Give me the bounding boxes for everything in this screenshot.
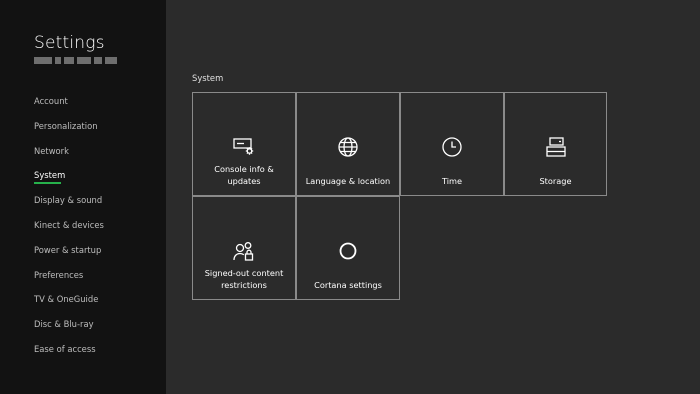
sidebar-item-tv-oneguide[interactable]: TV & OneGuide [34, 293, 104, 318]
section-title: System [192, 73, 224, 83]
user-lock-icon [232, 239, 256, 263]
tile-console-info[interactable]: Console info & updates [192, 92, 296, 196]
sidebar-nav: Account Personalization Network System D… [34, 95, 104, 368]
storage-icon [544, 135, 568, 159]
sidebar-item-kinect-devices[interactable]: Kinect & devices [34, 219, 104, 244]
page-title: Settings [34, 33, 105, 53]
tile-label: Cortana settings [314, 279, 382, 290]
tile-language-location[interactable]: Language & location [296, 92, 400, 196]
sidebar-item-display-sound[interactable]: Display & sound [34, 194, 104, 219]
tile-label: Time [441, 175, 463, 186]
gamertag-redacted [34, 57, 117, 64]
console-info-icon [232, 135, 256, 159]
tile-signed-out-restrictions[interactable]: Signed-out content restrictions [192, 196, 296, 300]
tile-storage[interactable]: Storage [504, 92, 607, 196]
sidebar-item-ease-of-access[interactable]: Ease of access [34, 343, 104, 368]
sidebar-item-power-startup[interactable]: Power & startup [34, 244, 104, 269]
sidebar-item-system[interactable]: System [34, 169, 104, 194]
sidebar-item-disc-bluray[interactable]: Disc & Blu-ray [34, 318, 104, 343]
tile-label: Language & location [305, 175, 391, 186]
cortana-icon [336, 239, 360, 263]
sidebar: Settings Account Personalization Network… [0, 0, 166, 394]
tile-time[interactable]: Time [400, 92, 504, 196]
sidebar-item-personalization[interactable]: Personalization [34, 120, 104, 145]
globe-icon [336, 135, 360, 159]
sidebar-item-network[interactable]: Network [34, 145, 104, 170]
tile-label: Console info & updates [214, 164, 274, 186]
tile-label: Storage [539, 175, 572, 186]
tile-label: Signed-out content restrictions [204, 268, 284, 290]
sidebar-item-preferences[interactable]: Preferences [34, 269, 104, 294]
clock-icon [440, 135, 464, 159]
settings-tile-grid: Console info & updates Language & locati… [192, 92, 607, 300]
tile-cortana-settings[interactable]: Cortana settings [296, 196, 400, 300]
sidebar-item-account[interactable]: Account [34, 95, 104, 120]
